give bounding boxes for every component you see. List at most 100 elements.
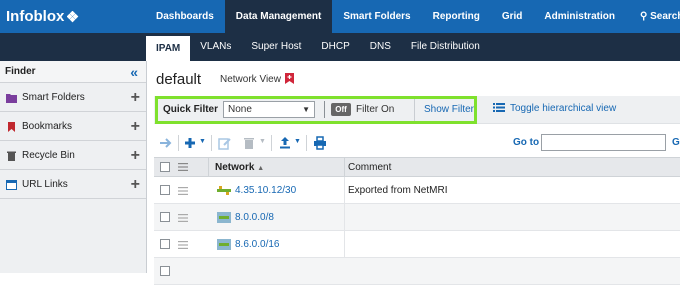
global-search[interactable]: ⚲ Search [640, 0, 680, 33]
table-header: Network ▲ Comment [154, 157, 680, 177]
bookmark-icon [8, 122, 15, 132]
column-header-comment[interactable]: Comment [348, 158, 391, 177]
quick-filter-select[interactable]: None ▼ [223, 101, 315, 118]
add-bookmark-icon[interactable] [285, 73, 294, 84]
row-checkbox[interactable] [160, 266, 170, 276]
finder-item-bookmarks[interactable]: Bookmarks + [0, 112, 146, 141]
network-container-icon [217, 239, 231, 250]
finder-item-label: Bookmarks [22, 121, 73, 132]
column-header-network[interactable]: Network ▲ [215, 158, 264, 177]
show-filter-link[interactable]: Show Filter [424, 104, 474, 115]
chevron-down-icon[interactable]: ▼ [199, 138, 206, 145]
quick-filter-value: None [228, 104, 252, 115]
row-menu-icon[interactable] [178, 241, 188, 249]
divider [344, 204, 345, 230]
finder-item-recycle-bin[interactable]: Recycle Bin + [0, 141, 146, 170]
main-content: default Network View Quick Filter None ▼… [147, 61, 680, 285]
search-label: Search [650, 11, 680, 22]
sub-navigation-bar: IPAM VLANs Super Host DHCP DNS File Dist… [0, 33, 680, 61]
sub-menu: IPAM VLANs Super Host DHCP DNS File Dist… [146, 33, 490, 61]
go-button[interactable]: Go [672, 137, 680, 148]
divider [324, 101, 325, 118]
divider [344, 158, 345, 177]
infoblox-logo[interactable]: Infoblox [6, 8, 79, 25]
recycle-bin-icon [7, 151, 16, 161]
row-checkbox[interactable] [160, 212, 170, 222]
nav-administration[interactable]: Administration [533, 0, 626, 33]
delete-icon[interactable] [242, 136, 256, 150]
divider [344, 231, 345, 257]
quick-filter-label: Quick Filter [163, 104, 219, 115]
network-container-icon [217, 212, 231, 223]
table-row[interactable]: 8.0.0.0/8 [154, 204, 680, 231]
finder-item-label: Recycle Bin [22, 150, 75, 161]
url-links-icon [6, 180, 17, 190]
table-row[interactable]: 8.6.0.0/16 [154, 231, 680, 258]
network-comment: Exported from NetMRI [348, 185, 448, 196]
add-recycle-bin-icon[interactable]: + [131, 141, 140, 170]
toggle-hierarchical-view-link[interactable]: Toggle hierarchical view [493, 103, 616, 114]
add-bookmark-icon[interactable]: + [131, 112, 140, 141]
network-icon [217, 186, 231, 195]
divider [414, 99, 415, 121]
row-menu-icon[interactable] [178, 214, 188, 222]
tab-vlans[interactable]: VLANs [190, 33, 241, 61]
table-row[interactable]: 4.35.10.12/30 Exported from NetMRI [154, 177, 680, 204]
arrow-right-icon[interactable] [159, 136, 173, 150]
tab-dhcp[interactable]: DHCP [311, 33, 359, 61]
quick-filter-highlight: Quick Filter None ▼ Off Filter On Show F… [155, 96, 477, 124]
finder-item-label: Smart Folders [22, 92, 85, 103]
network-link[interactable]: 8.6.0.0/16 [235, 239, 279, 250]
network-link[interactable]: 4.35.10.12/30 [235, 185, 296, 196]
finder-item-url-links[interactable]: URL Links + [0, 170, 146, 199]
smart-folder-icon [6, 94, 17, 103]
finder-header: Finder « [0, 61, 146, 83]
tab-file-distribution[interactable]: File Distribution [401, 33, 490, 61]
networks-table: Network ▲ Comment 4.35.10.12/30 Exported… [154, 157, 680, 285]
tab-dns[interactable]: DNS [360, 33, 401, 61]
filter-toggle[interactable]: Off [331, 103, 351, 116]
chevron-down-icon: ▼ [302, 105, 310, 114]
toggle-view-label: Toggle hierarchical view [510, 103, 617, 114]
nav-smart-folders[interactable]: Smart Folders [332, 0, 421, 33]
divider [211, 135, 212, 151]
nav-dashboards[interactable]: Dashboards [145, 0, 225, 33]
finder-panel: Finder « Smart Folders + Bookmarks + Rec… [0, 61, 147, 273]
row-checkbox[interactable] [160, 239, 170, 249]
nav-data-management[interactable]: Data Management [224, 0, 333, 33]
export-icon[interactable] [278, 136, 292, 150]
logo-diamond-icon [67, 10, 79, 22]
page-subtitle: Network View [220, 74, 281, 85]
list-tree-icon [493, 103, 505, 112]
divider [344, 177, 345, 203]
finder-item-smart-folders[interactable]: Smart Folders + [0, 83, 146, 112]
select-all-checkbox[interactable] [160, 162, 170, 172]
chevron-down-icon[interactable]: ▼ [294, 138, 301, 145]
row-checkbox[interactable] [160, 185, 170, 195]
table-row-partial[interactable] [154, 258, 680, 285]
divider [306, 135, 307, 151]
add-url-link-icon[interactable]: + [131, 170, 140, 199]
search-icon: ⚲ [640, 11, 648, 22]
divider [271, 135, 272, 151]
add-icon[interactable] [183, 136, 197, 150]
divider [208, 158, 209, 177]
finder-title: Finder [5, 66, 36, 77]
chevron-down-icon[interactable]: ▼ [259, 138, 266, 145]
network-link[interactable]: 8.0.0.0/8 [235, 212, 274, 223]
column-menu-icon[interactable] [178, 163, 188, 171]
logo-text: Infoblox [6, 8, 65, 25]
nav-reporting[interactable]: Reporting [422, 0, 491, 33]
goto-label: Go to [513, 137, 540, 148]
nav-grid[interactable]: Grid [491, 0, 534, 33]
tab-ipam[interactable]: IPAM [146, 36, 191, 61]
tab-super-host[interactable]: Super Host [241, 33, 311, 61]
add-smart-folder-icon[interactable]: + [131, 83, 140, 112]
collapse-panel-icon[interactable]: « [130, 61, 138, 83]
goto-input[interactable] [541, 134, 666, 151]
page-title: default [156, 71, 202, 88]
print-icon[interactable] [313, 136, 327, 150]
edit-icon[interactable] [218, 136, 232, 150]
row-menu-icon[interactable] [178, 187, 188, 195]
toolbar: ▼ ▼ ▼ Go to Go [156, 132, 680, 156]
